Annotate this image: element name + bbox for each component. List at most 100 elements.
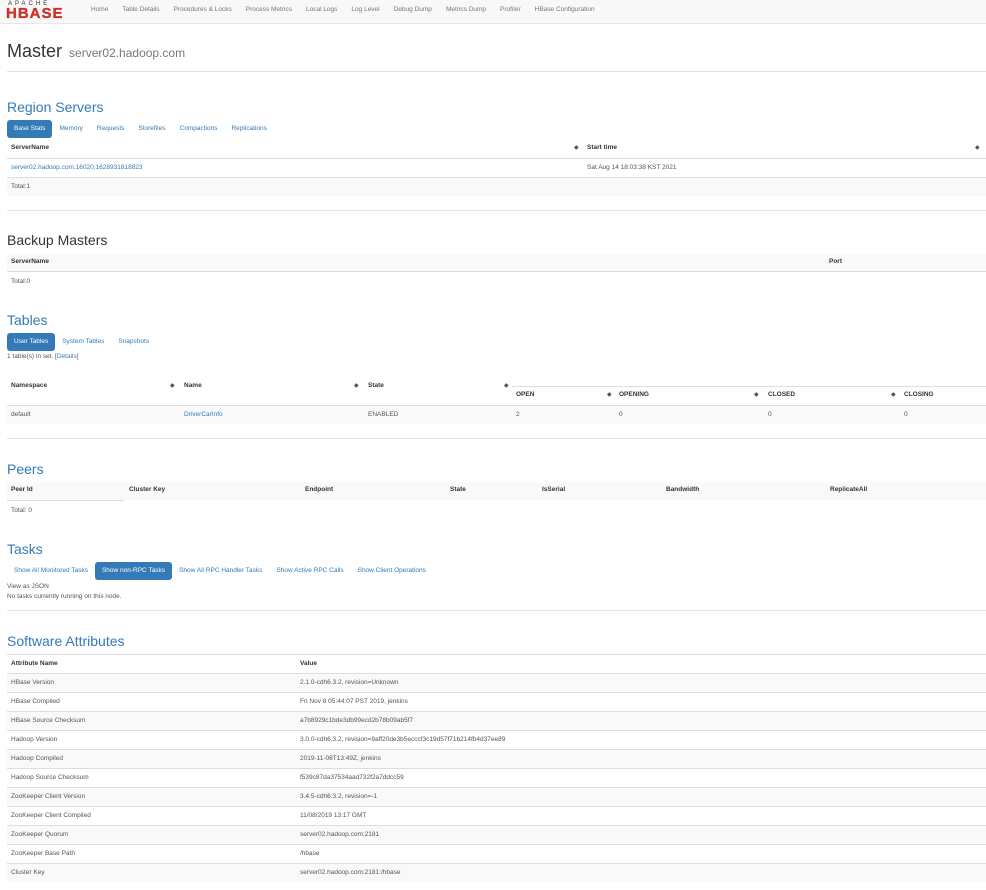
table-header-row: Attribute Name Value xyxy=(7,654,986,673)
view-as-json-link[interactable]: View as JSON xyxy=(7,583,49,590)
tab-base-stats[interactable]: Base Stats xyxy=(7,120,53,138)
column-header-replicateall: ReplicateAll xyxy=(830,486,868,493)
sort-icon[interactable]: ◆ xyxy=(504,382,509,389)
attribute-value: 2019-11-08T13:49Z, jenkins xyxy=(300,755,381,762)
table-row: HBase Compiled Fri Nov 8 05:44:07 PST 201… xyxy=(7,692,986,711)
table-name-link[interactable]: DriverCarInfo xyxy=(184,411,223,418)
table-row-total: Total:1 xyxy=(7,177,986,196)
backup-masters-table: ServerName Port Total:0 xyxy=(7,254,986,294)
start-time-value: Sat Aug 14 18:03:38 KST 2021 xyxy=(587,164,677,171)
state-value: ENABLED xyxy=(368,411,399,418)
nav-procedures-locks[interactable]: Procedures & Locks xyxy=(167,0,239,24)
attribute-name: Hadoop Version xyxy=(11,736,58,743)
column-header-closing[interactable]: CLOSING xyxy=(904,391,934,398)
sort-icon[interactable]: ◆ xyxy=(754,391,759,398)
table-header-row: Peer Id Cluster Key Endpoint State IsSer… xyxy=(7,482,986,500)
column-header-open[interactable]: OPEN xyxy=(516,391,534,398)
table-header-row: ServerName Port xyxy=(7,254,986,272)
sort-icon[interactable]: ◆ xyxy=(574,144,579,151)
nav-log-level[interactable]: Log Level xyxy=(344,0,386,24)
column-header-value: Value xyxy=(300,660,317,667)
tab-compactions[interactable]: Compactions xyxy=(173,120,225,138)
column-header-namespace[interactable]: Namespace xyxy=(11,382,47,389)
attribute-name: ZooKeeper Base Path xyxy=(11,850,75,857)
table-row: ZooKeeper Client Version 3.4.5-cdh6.3.2, … xyxy=(7,787,986,806)
attribute-value: 2.1.0-cdh6.3.2, revision=Unknown xyxy=(300,679,399,686)
tab-storefiles[interactable]: Storefiles xyxy=(131,120,172,138)
attribute-value: f539c87da37534aad732f2a7ddcc59 xyxy=(300,774,404,781)
tab-rpc-handler-tasks[interactable]: Show All RPC Handler Tasks xyxy=(172,562,269,580)
software-attributes-table: Attribute Name Value HBase Version 2.1.0-… xyxy=(7,654,986,890)
nav-home[interactable]: Home xyxy=(84,0,115,24)
sort-icon[interactable]: ◆ xyxy=(607,391,612,398)
column-header-bandwidth: Bandwidth xyxy=(666,486,700,493)
peers-heading: Peers xyxy=(7,461,44,477)
tables-heading: Tables xyxy=(7,312,48,328)
column-header-name[interactable]: Name xyxy=(184,382,202,389)
tab-requests[interactable]: Requests xyxy=(90,120,131,138)
nav-local-logs[interactable]: Local Logs xyxy=(299,0,344,24)
sort-icon[interactable]: ◆ xyxy=(975,144,980,151)
tab-non-rpc-tasks[interactable]: Show non-RPC Tasks xyxy=(94,562,173,580)
page-title: Master server02.hadoop.com xyxy=(7,40,185,64)
table-row: HBase Version 2.1.0-cdh6.3.2, revision=Un… xyxy=(7,673,986,692)
column-header-opening[interactable]: OPENING xyxy=(619,391,649,398)
table-row: HBase Source Checksum a7b8929c1bde3db99ec… xyxy=(7,711,986,730)
column-header-endpoint: Endpoint xyxy=(305,486,334,493)
tab-system-tables[interactable]: System Tables xyxy=(55,333,111,351)
tab-memory[interactable]: Memory xyxy=(52,120,89,138)
nav-hbase-configuration[interactable]: HBase Configuration xyxy=(528,0,602,24)
divider xyxy=(7,610,986,611)
attribute-name: HBase Version xyxy=(11,679,54,686)
tab-user-tables[interactable]: User Tables xyxy=(7,333,56,351)
attribute-value: server02.hadoop.com:2181:/hbase xyxy=(300,869,401,876)
nav-metrics-dump[interactable]: Metrics Dump xyxy=(439,0,493,24)
sort-icon[interactable]: ◆ xyxy=(354,382,359,389)
page-title-master: Master xyxy=(7,41,63,61)
attribute-value: 3.4.5-cdh6.3.2, revision=-1 xyxy=(300,793,378,800)
nav-profiler[interactable]: Profiler xyxy=(493,0,528,24)
software-attributes-heading: Software Attributes xyxy=(7,633,125,649)
tables-summary-suffix: ] xyxy=(76,353,79,360)
tab-client-operations[interactable]: Show Client Operations xyxy=(351,562,433,580)
table-row: ZooKeeper Base Path/hbase xyxy=(7,844,986,863)
opening-count: 0 xyxy=(619,411,623,418)
tasks-tabs: Show All Monitored Tasks Show non-RPC Ta… xyxy=(7,562,433,580)
tab-replications[interactable]: Replications xyxy=(224,120,273,138)
region-columns-rule xyxy=(512,386,986,387)
column-header-cluster-key: Cluster Key xyxy=(129,486,166,493)
table-row: Hadoop Compiled 2019-11-08T13:49Z, jenkin… xyxy=(7,749,986,768)
divider xyxy=(7,71,986,72)
hbase-logo[interactable]: APACHE HBASE xyxy=(6,1,77,21)
table-row: Hadoop Source Checksum f539c87da37534aad7… xyxy=(7,768,986,787)
nav-menu: Home Table Details Procedures & Locks Pr… xyxy=(84,0,602,24)
region-server-link[interactable]: server02.hadoop.com,16020,1628931818823 xyxy=(11,164,143,171)
details-link[interactable]: Details xyxy=(57,353,77,360)
backup-masters-heading: Backup Masters xyxy=(7,232,108,248)
attribute-name: HBase Source Checksum xyxy=(11,717,86,724)
region-servers-heading: Region Servers xyxy=(7,99,104,115)
sort-icon[interactable]: ◆ xyxy=(891,391,896,398)
logo-hbase-text: HBASE xyxy=(6,5,64,22)
attribute-name: ZooKeeper Client Compiled xyxy=(11,812,91,819)
column-header-closed[interactable]: CLOSED xyxy=(768,391,795,398)
column-header-start-time[interactable]: Start time xyxy=(587,144,617,151)
attribute-name: Hadoop Compiled xyxy=(11,755,64,762)
tab-snapshots[interactable]: Snapshots xyxy=(111,333,156,351)
table-row: ZooKeeper Client Compiled 11/08/2019 13:1… xyxy=(7,806,986,825)
column-header-state[interactable]: State xyxy=(368,382,384,389)
table-row: server02.hadoop.com,16020,1628931818823 … xyxy=(7,158,986,177)
column-header-isserial: IsSerial xyxy=(542,486,566,493)
nav-table-details[interactable]: Table Details xyxy=(115,0,166,24)
total-count: Total:1 xyxy=(11,183,31,190)
nav-process-metrics[interactable]: Process Metrics xyxy=(239,0,299,24)
attribute-name: ZooKeeper Quorum xyxy=(11,831,69,838)
column-header-peer-id: Peer Id xyxy=(11,486,33,493)
tab-all-monitored-tasks[interactable]: Show All Monitored Tasks xyxy=(7,562,95,580)
closed-count: 0 xyxy=(768,411,772,418)
nav-debug-dump[interactable]: Debug Dump xyxy=(387,0,439,24)
column-header-servername: ServerName xyxy=(11,258,49,265)
tab-active-rpc-calls[interactable]: Show Active RPC Calls xyxy=(269,562,350,580)
column-header-servername[interactable]: ServerName xyxy=(11,144,49,151)
sort-icon[interactable]: ◆ xyxy=(170,382,175,389)
